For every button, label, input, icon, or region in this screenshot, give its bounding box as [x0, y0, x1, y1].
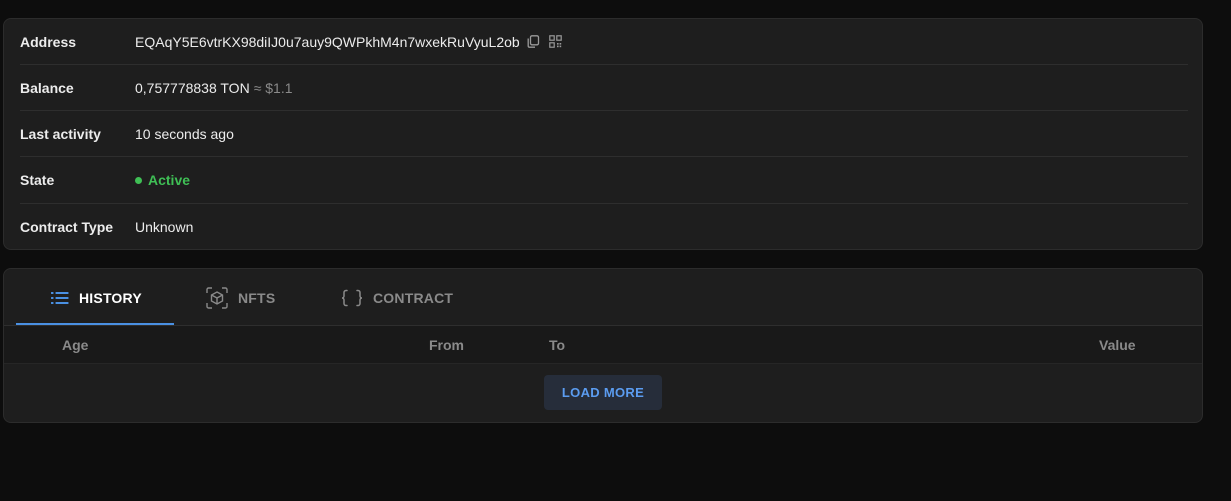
balance-label: Balance — [20, 79, 74, 96]
address-value-wrap: EQAqY5E6vtrKX98diIJ0u7auy9QWPkhM4n7wxekR… — [135, 34, 564, 50]
address-label: Address — [20, 33, 77, 50]
balance-value: 0,757778838 TON — [135, 79, 250, 96]
column-from: From — [429, 337, 464, 353]
balance-usd: ≈ $1.1 — [253, 79, 293, 96]
braces-icon — [341, 289, 363, 307]
tab-history[interactable]: HISTORY — [51, 269, 142, 326]
state-value: Active — [148, 172, 191, 188]
address-row: Address EQAqY5E6vtrKX98diIJ0u7auy9QWPkhM… — [20, 19, 1188, 65]
tab-contract-label: CONTRACT — [373, 289, 454, 306]
table-header: Age From To Value — [4, 326, 1202, 364]
state-value-wrap: Active — [135, 172, 190, 188]
contract-type-value: Unknown — [135, 219, 194, 235]
state-row: State Active — [20, 157, 1188, 204]
column-to: To — [549, 337, 566, 353]
tabs-bar: HISTORY NFTS CONTRACT — [4, 269, 1202, 326]
account-info-card: Address EQAqY5E6vtrKX98diIJ0u7auy9QWPkhM… — [3, 18, 1203, 250]
last-activity-value: 10 seconds ago — [135, 125, 234, 142]
address-value[interactable]: EQAqY5E6vtrKX98diIJ0u7auy9QWPkhM4n7wxekR… — [135, 34, 520, 50]
cube-icon — [206, 286, 228, 309]
tab-nfts[interactable]: NFTS — [206, 269, 275, 326]
qr-code-icon[interactable] — [548, 34, 564, 50]
tab-history-label: HISTORY — [79, 289, 142, 306]
tab-nfts-label: NFTS — [238, 289, 276, 306]
column-age: Age — [62, 337, 89, 353]
transactions-card: HISTORY NFTS CONTRACT Age From To Value … — [3, 268, 1203, 423]
state-label: State — [20, 172, 55, 188]
balance-row: Balance 0,757778838 TON ≈ $1.1 — [20, 65, 1188, 111]
last-activity-label: Last activity — [20, 125, 101, 142]
balance-value-wrap: 0,757778838 TON ≈ $1.1 — [135, 80, 293, 96]
active-tab-indicator — [16, 323, 174, 325]
load-more-button[interactable]: LOAD MORE — [544, 375, 662, 410]
column-value: Value — [1099, 337, 1136, 353]
state-dot-icon — [135, 176, 142, 184]
copy-icon[interactable] — [526, 34, 542, 50]
contract-type-row: Contract Type Unknown — [20, 204, 1188, 250]
last-activity-row: Last activity 10 seconds ago — [20, 111, 1188, 157]
tab-contract[interactable]: CONTRACT — [341, 269, 453, 326]
list-icon — [51, 291, 69, 305]
contract-type-label: Contract Type — [20, 219, 114, 235]
